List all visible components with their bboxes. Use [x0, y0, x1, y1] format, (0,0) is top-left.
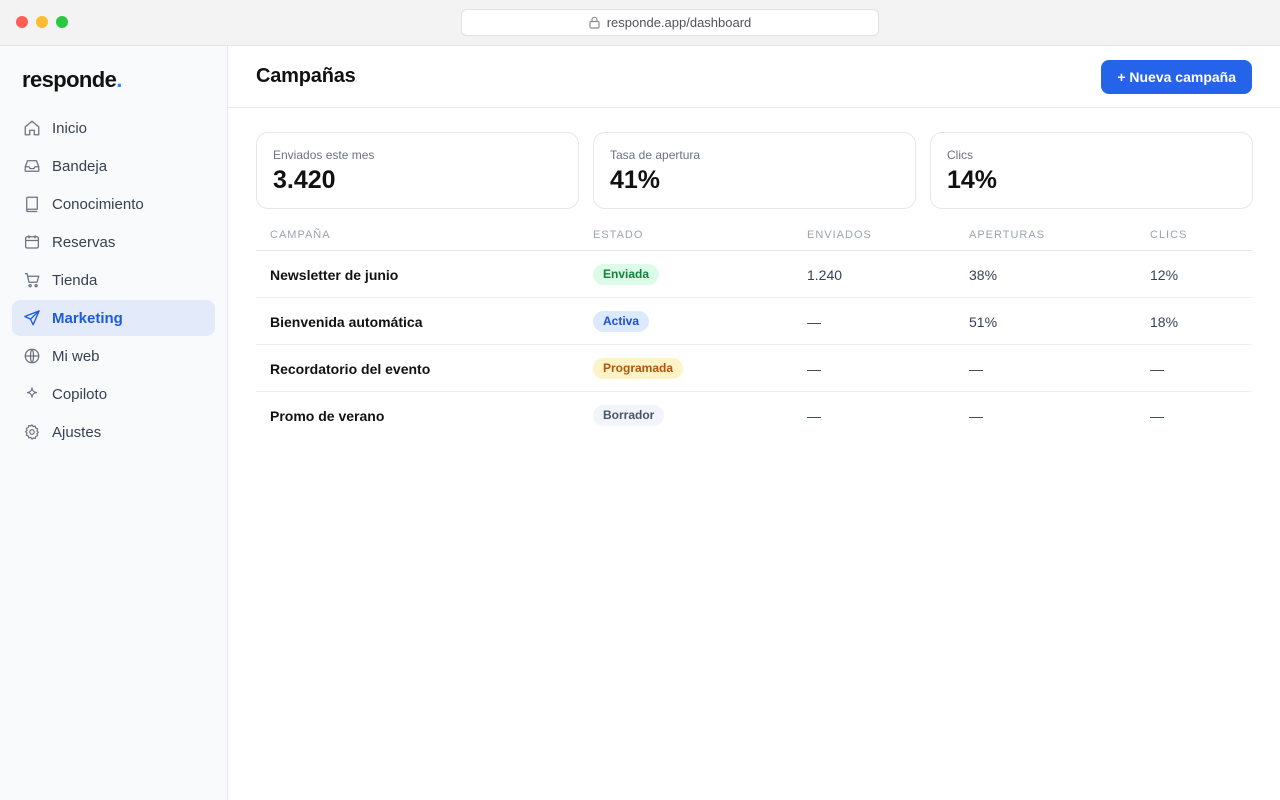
- table-row[interactable]: Promo de verano Borrador — — —: [256, 392, 1252, 439]
- inbox-icon: [23, 157, 41, 175]
- sent-count: —: [807, 314, 821, 330]
- open-rate: —: [969, 361, 983, 377]
- stat-label: Clics: [947, 148, 973, 162]
- sidebar-item-inicio[interactable]: Inicio: [12, 110, 215, 146]
- campaigns-table: CAMPAÑA ESTADO ENVIADOS APERTURAS CLICS …: [256, 214, 1252, 439]
- table-row[interactable]: Bienvenida automática Activa — 51% 18%: [256, 298, 1252, 345]
- click-rate: 18%: [1150, 314, 1179, 330]
- table-header-row: CAMPAÑA ESTADO ENVIADOS APERTURAS CLICS: [256, 214, 1252, 251]
- cart-icon: [23, 271, 41, 289]
- sidebar-item-ajustes[interactable]: Ajustes: [12, 414, 215, 450]
- sidebar-item-mi-web[interactable]: Mi web: [12, 338, 215, 374]
- close-window-button[interactable]: [16, 16, 28, 28]
- stats-cards: Enviados este mes 3.420 Tasa de apertura…: [256, 132, 1253, 209]
- sidebar-item-label: Tienda: [52, 271, 98, 289]
- page-header: Campañas + Nueva campaña: [228, 46, 1280, 108]
- status-badge: Borrador: [593, 405, 665, 426]
- click-rate: —: [1150, 361, 1164, 377]
- sidebar-item-label: Inicio: [52, 119, 88, 137]
- status-badge: Programada: [593, 358, 684, 379]
- column-header-opens: APERTURAS: [969, 229, 1046, 241]
- column-header-status: ESTADO: [593, 229, 644, 241]
- stat-label: Tasa de apertura: [610, 148, 701, 162]
- open-rate: 51%: [969, 314, 998, 330]
- click-rate: —: [1150, 408, 1164, 424]
- book-icon: [23, 195, 41, 213]
- page-title: Campañas: [256, 65, 356, 87]
- click-rate: 12%: [1150, 267, 1179, 283]
- column-header-sent: ENVIADOS: [807, 229, 872, 241]
- campaign-name[interactable]: Recordatorio del evento: [270, 361, 430, 377]
- sidebar-item-label: Marketing: [52, 309, 123, 327]
- sidebar-item-label: Reservas: [52, 233, 116, 251]
- sent-count: 1.240: [807, 267, 843, 283]
- stat-value: 41%: [610, 166, 661, 194]
- window-titlebar: responde.app/dashboard: [0, 0, 1280, 46]
- stat-label: Enviados este mes: [273, 148, 375, 162]
- sidebar-item-marketing[interactable]: Marketing: [12, 300, 215, 336]
- sent-count: —: [807, 361, 821, 377]
- campaign-name[interactable]: Newsletter de junio: [270, 267, 398, 283]
- new-campaign-button[interactable]: + Nueva campaña: [1101, 60, 1252, 94]
- sent-count: —: [807, 408, 821, 424]
- sidebar-item-reservas[interactable]: Reservas: [12, 224, 215, 260]
- open-rate: —: [969, 408, 983, 424]
- campaign-name[interactable]: Bienvenida automática: [270, 314, 423, 330]
- stat-value: 14%: [947, 166, 998, 194]
- sidebar-item-label: Mi web: [52, 347, 100, 365]
- send-icon: [23, 309, 41, 327]
- sidebar-item-conocimiento[interactable]: Conocimiento: [12, 186, 215, 222]
- table-row[interactable]: Recordatorio del evento Programada — — —: [256, 345, 1252, 392]
- column-header-campaign: CAMPAÑA: [270, 229, 331, 241]
- url-text: responde.app/dashboard: [606, 15, 752, 30]
- app-logo[interactable]: responde.: [22, 67, 122, 93]
- sidebar-item-copiloto[interactable]: Copiloto: [12, 376, 215, 412]
- sidebar-item-label: Copiloto: [52, 385, 108, 403]
- sidebar-item-label: Ajustes: [52, 423, 102, 441]
- column-header-clicks: CLICS: [1150, 229, 1188, 241]
- sparkle-icon: [23, 385, 41, 403]
- minimize-window-button[interactable]: [36, 16, 48, 28]
- sidebar-item-label: Bandeja: [52, 157, 108, 175]
- sidebar-item-tienda[interactable]: Tienda: [12, 262, 215, 298]
- sidebar-item-bandeja[interactable]: Bandeja: [12, 148, 215, 184]
- maximize-window-button[interactable]: [56, 16, 68, 28]
- main-content: Campañas + Nueva campaña Enviados este m…: [228, 46, 1280, 800]
- sidebar-item-label: Conocimiento: [52, 195, 144, 213]
- table-row[interactable]: Newsletter de junio Enviada 1.240 38% 12…: [256, 251, 1252, 298]
- status-badge: Enviada: [593, 264, 660, 285]
- globe-icon: [23, 347, 41, 365]
- stat-card-sent: Enviados este mes 3.420: [256, 132, 579, 209]
- address-bar[interactable]: responde.app/dashboard: [461, 9, 879, 36]
- calendar-icon: [23, 233, 41, 251]
- home-icon: [23, 119, 41, 137]
- lock-icon: [589, 16, 600, 29]
- open-rate: 38%: [969, 267, 998, 283]
- stat-card-clicks: Clics 14%: [930, 132, 1253, 209]
- sidebar: responde. Inicio Bandeja Conocimiento Re…: [0, 46, 228, 800]
- sidebar-nav: Inicio Bandeja Conocimiento Reservas Tie…: [12, 110, 215, 452]
- status-badge: Activa: [593, 311, 650, 332]
- stat-card-open-rate: Tasa de apertura 41%: [593, 132, 916, 209]
- gear-icon: [23, 423, 41, 441]
- stat-value: 3.420: [273, 166, 336, 194]
- campaign-name[interactable]: Promo de verano: [270, 408, 384, 424]
